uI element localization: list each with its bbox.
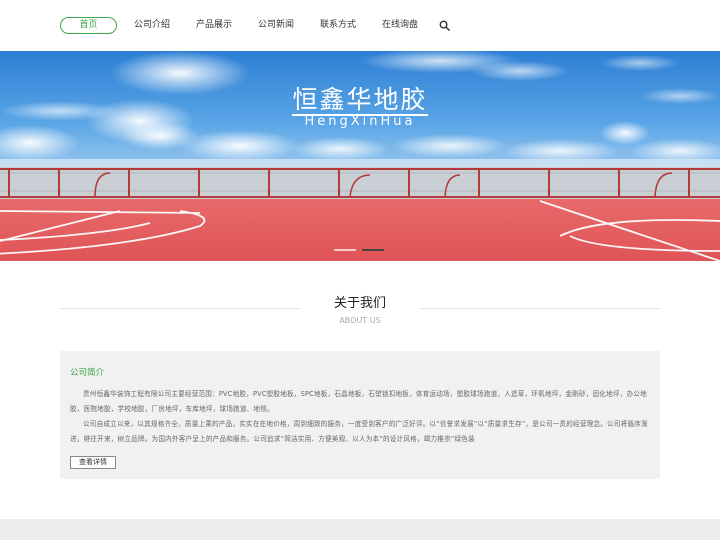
nav-item-company-intro[interactable]: 公司介绍 [134, 17, 170, 34]
carousel-dot[interactable] [362, 249, 384, 251]
nav-item-news[interactable]: 公司新闻 [258, 17, 294, 34]
nav-item-contact[interactable]: 联系方式 [320, 17, 356, 34]
nav-item-inquiry[interactable]: 在线询盘 [382, 17, 418, 34]
intro-title: 公司简介 [70, 368, 105, 378]
hero-banner: 恒鑫华地胶 HengXinHua [0, 51, 720, 261]
intro-paragraph: 公司自成立以来，以其规格齐全，质量上乘的产品，实实在在地价格，周到细致的服务，一… [70, 420, 648, 443]
nav-item-products[interactable]: 产品展示 [196, 17, 232, 34]
carousel-dots [334, 249, 386, 251]
search-icon[interactable] [439, 20, 450, 31]
banner-title: 恒鑫华地胶 [292, 85, 428, 116]
banner-subtitle: HengXinHua [304, 114, 416, 129]
about-title: 关于我们 [333, 296, 386, 311]
about-section-heading: 关于我们 ABOUT US [60, 286, 660, 331]
footer-strip [0, 519, 720, 540]
nav-item-home[interactable]: 首页 [60, 17, 117, 34]
about-subtitle: ABOUT US [339, 316, 381, 325]
carousel-dot[interactable] [334, 249, 356, 251]
company-intro-box: 公司简介 贵州恒鑫华装饰工程有限公司主要经营范围：PVC地胶，PVC塑胶地板，S… [60, 351, 660, 479]
view-details-button[interactable]: 查看详情 [70, 456, 116, 469]
intro-paragraph: 贵州恒鑫华装饰工程有限公司主要经营范围：PVC地胶，PVC塑胶地板，SPC地板，… [70, 390, 647, 413]
intro-text: 贵州恒鑫华装饰工程有限公司主要经营范围：PVC地胶，PVC塑胶地板，SPC地板，… [70, 387, 650, 447]
top-nav: 首页 公司介绍 产品展示 公司新闻 联系方式 在线询盘 [0, 0, 720, 51]
